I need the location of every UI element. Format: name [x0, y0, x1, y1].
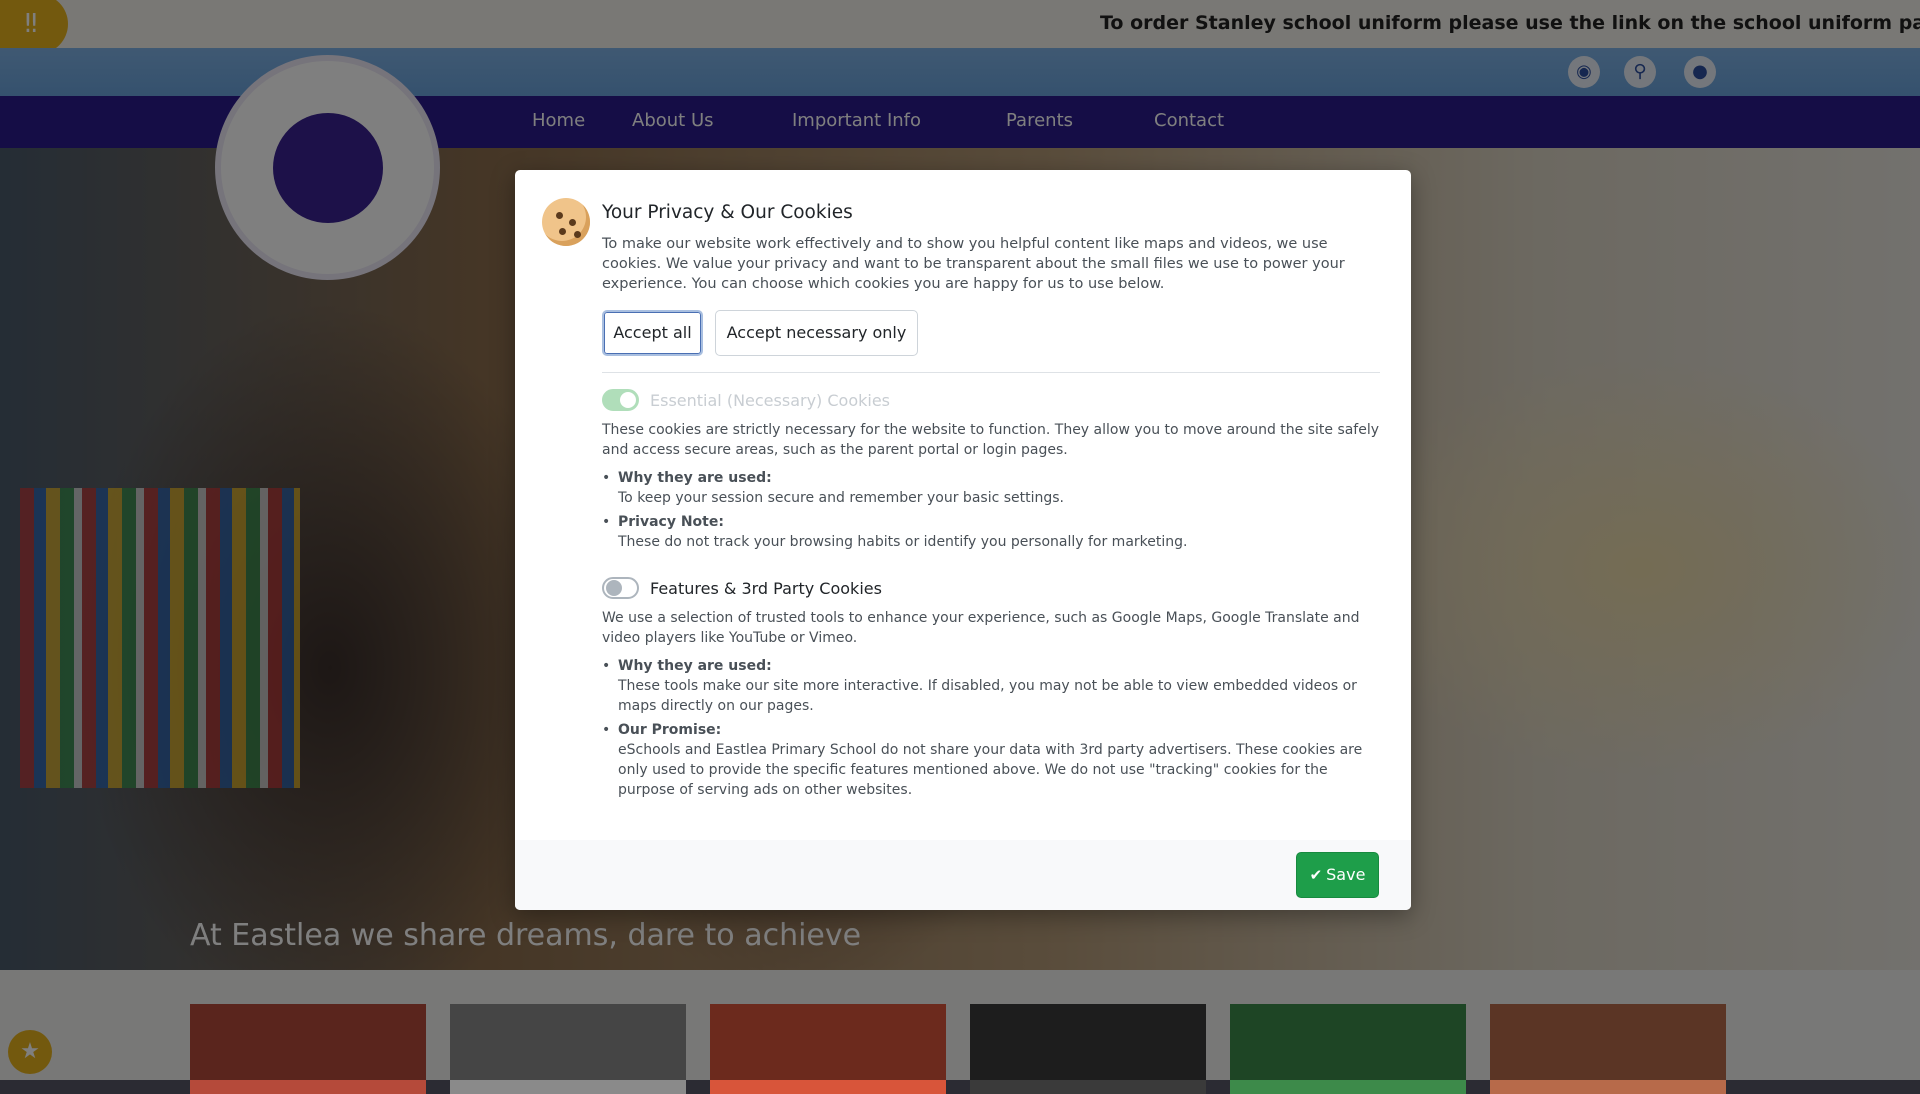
modal-footer: ✔ Save — [515, 840, 1411, 910]
third-party-cookies-toggle[interactable] — [602, 577, 639, 599]
list-item: Privacy Note: These do not track your br… — [602, 512, 1380, 552]
list-item: Why they are used: These tools make our … — [602, 656, 1380, 716]
toggle-knob — [606, 580, 622, 596]
list-item-text: To keep your session secure and remember… — [618, 490, 1065, 506]
essential-cookies-description: These cookies are strictly necessary for… — [602, 422, 1380, 458]
third-party-cookies-list: Why they are used: These tools make our … — [602, 656, 1380, 804]
save-button[interactable]: ✔ Save — [1296, 852, 1379, 898]
essential-cookies-toggle — [602, 389, 639, 411]
essential-cookies-title: Essential (Necessary) Cookies — [650, 391, 891, 410]
modal-title: Your Privacy & Our Cookies — [602, 202, 853, 223]
list-item-text: These do not track your browsing habits … — [618, 534, 1188, 550]
list-item-heading: Why they are used: — [618, 658, 772, 674]
modal-body: Your Privacy & Our Cookies To make our w… — [515, 170, 1411, 840]
list-item: Our Promise: eSchools and Eastlea Primar… — [602, 720, 1380, 800]
third-party-cookies-description: We use a selection of trusted tools to e… — [602, 610, 1360, 646]
check-icon: ✔ — [1309, 866, 1323, 884]
list-item-text: eSchools and Eastlea Primary School do n… — [618, 742, 1363, 798]
list-item-heading: Privacy Note: — [618, 514, 724, 530]
list-item-heading: Why they are used: — [618, 470, 772, 486]
save-label: Save — [1326, 865, 1366, 884]
accept-necessary-button[interactable]: Accept necessary only — [715, 310, 918, 356]
list-item-heading: Our Promise: — [618, 722, 722, 738]
toggle-knob — [620, 392, 636, 408]
cookie-consent-dialog: Your Privacy & Our Cookies To make our w… — [515, 170, 1411, 910]
list-item-text: These tools make our site more interacti… — [618, 678, 1357, 714]
third-party-cookies-title: Features & 3rd Party Cookies — [650, 579, 882, 598]
list-item: Why they are used: To keep your session … — [602, 468, 1380, 508]
essential-cookies-list: Why they are used: To keep your session … — [602, 468, 1380, 556]
cookie-icon — [542, 198, 590, 246]
accept-all-button[interactable]: Accept all — [602, 310, 703, 356]
modal-intro-text: To make our website work effectively and… — [602, 236, 1345, 292]
divider — [602, 372, 1380, 373]
